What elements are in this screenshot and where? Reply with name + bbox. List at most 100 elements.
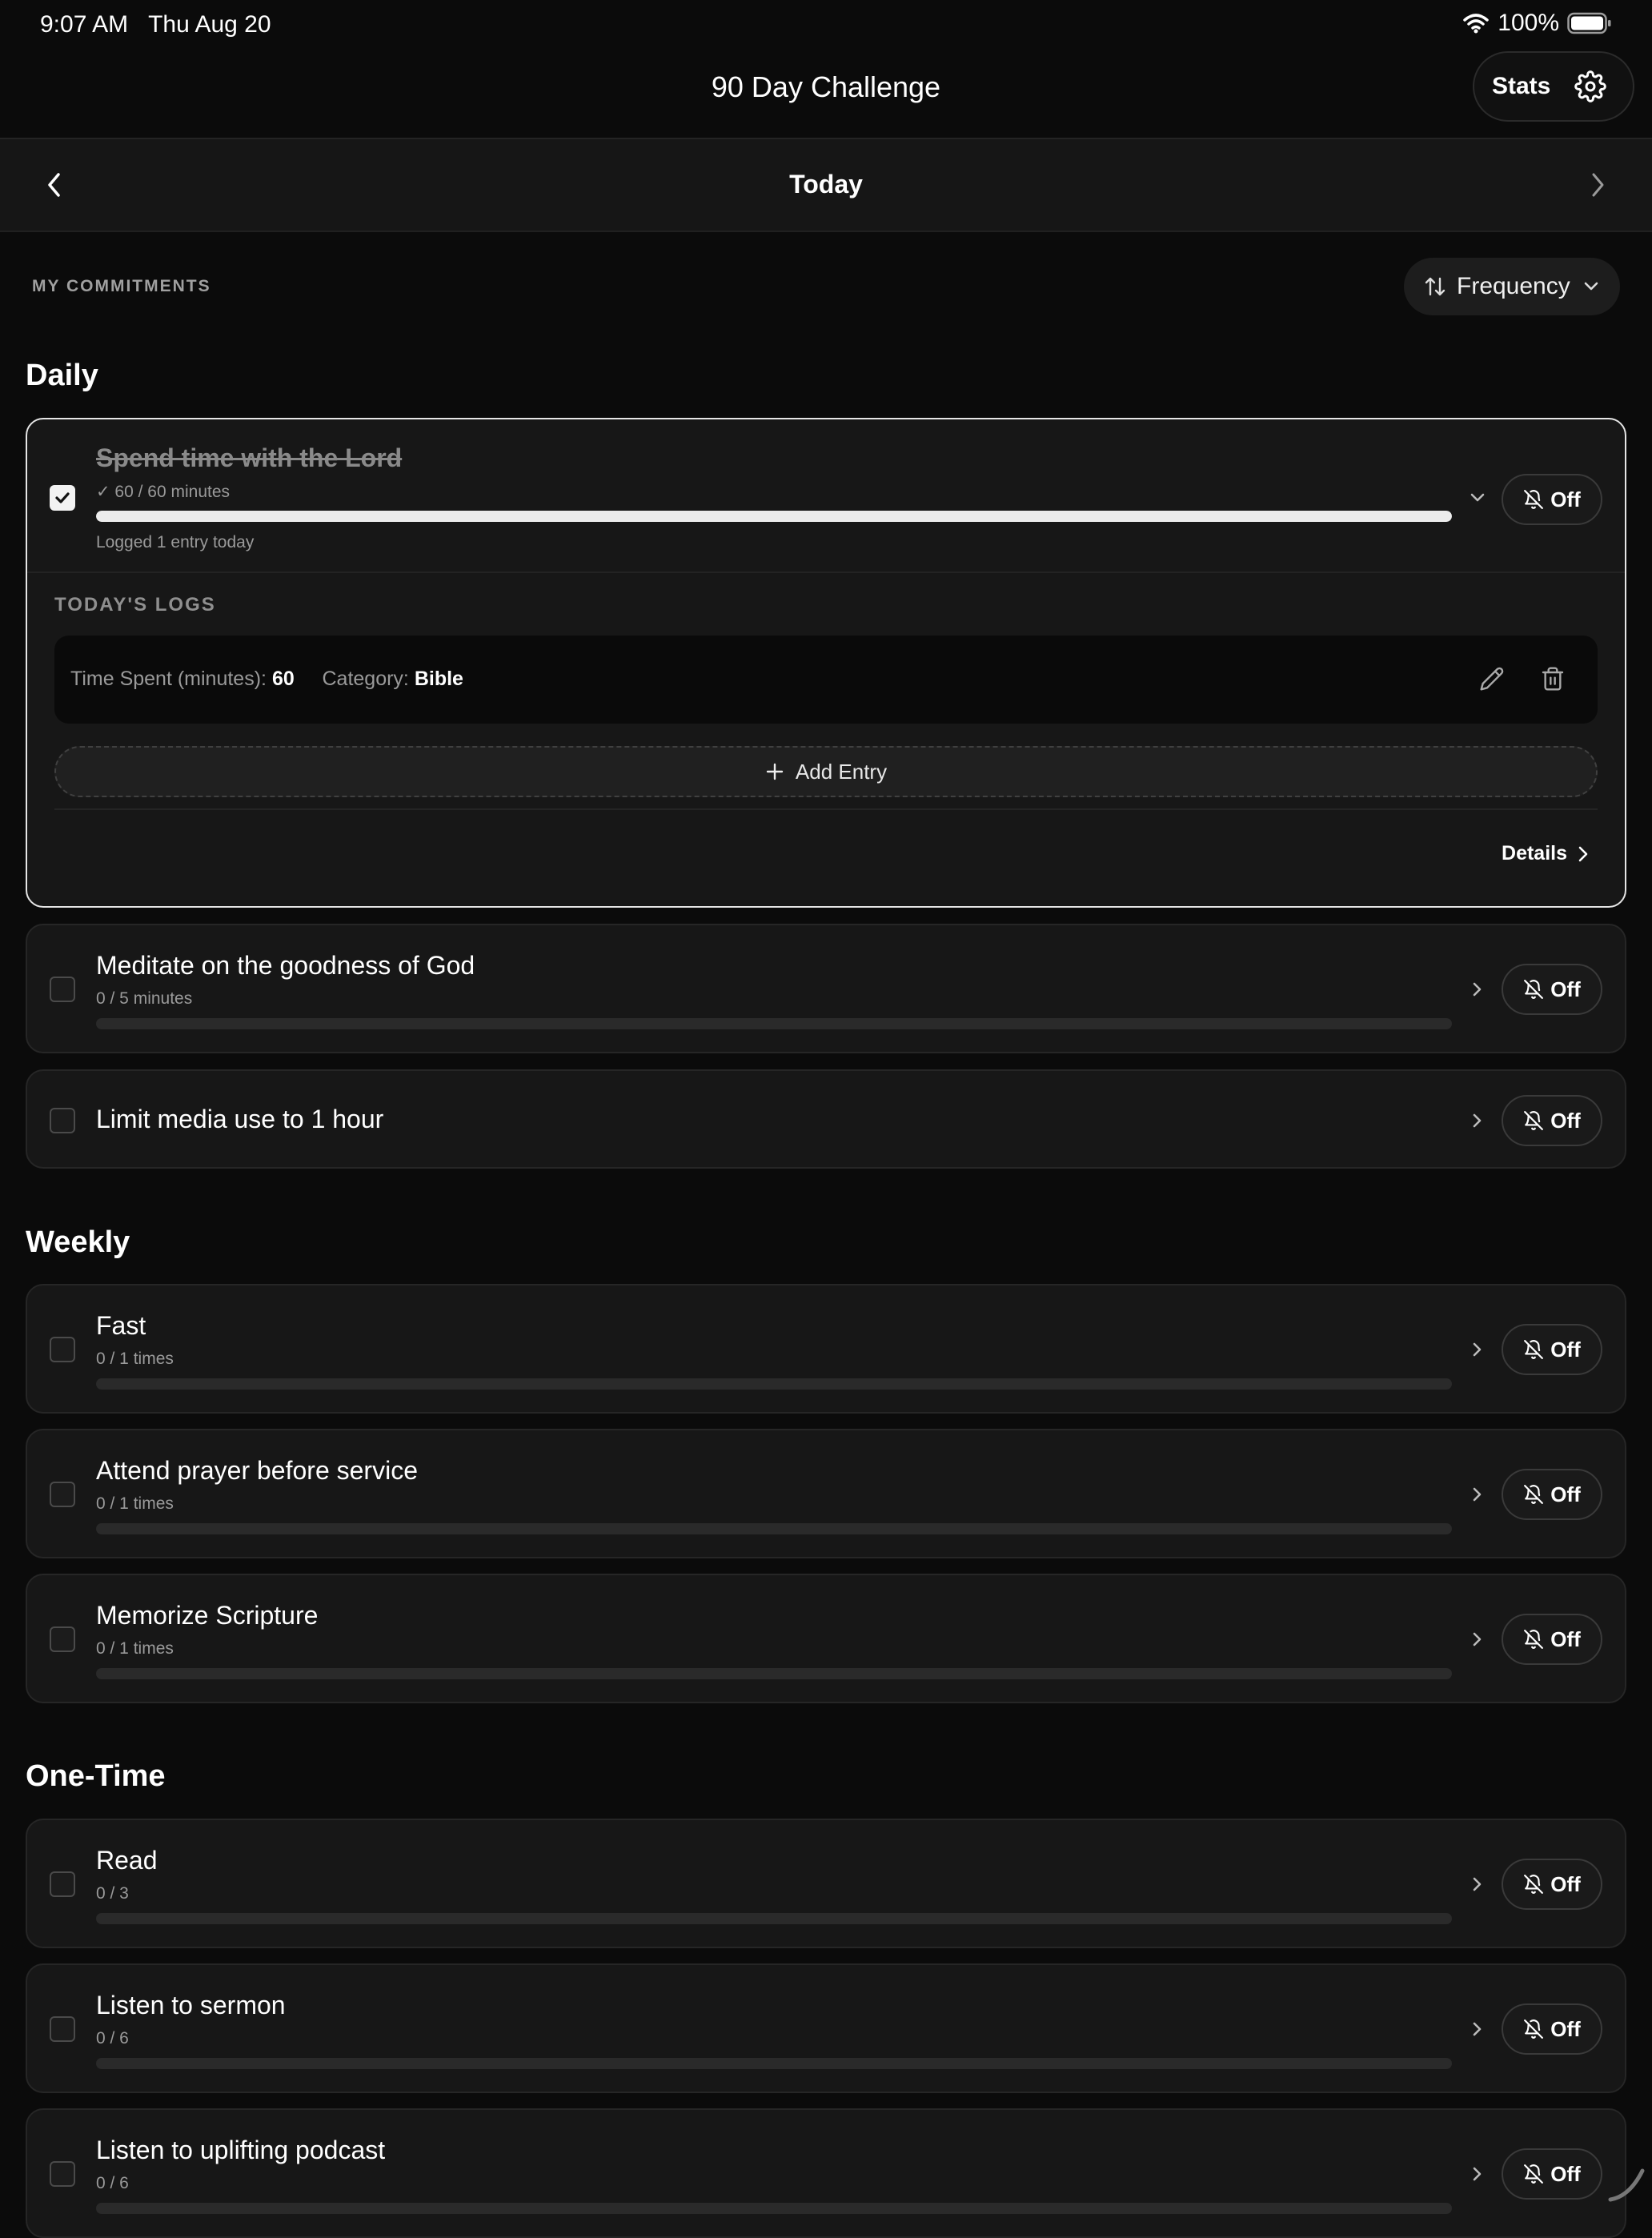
commitment-card[interactable]: Fast 0 / 1 times Off [26, 1284, 1626, 1414]
todays-logs-panel: TODAY'S LOGS Time Spent (minutes): 60 Ca… [27, 572, 1625, 864]
chevron-right-icon[interactable] [1466, 1628, 1489, 1650]
commitment-card[interactable]: Listen to uplifting podcast 0 / 6 Off [26, 2108, 1626, 2238]
sort-label: Frequency [1457, 273, 1570, 299]
logged-entries-text: Logged 1 entry today [96, 533, 255, 551]
commitment-card[interactable]: Listen to sermon 0 / 6 Off [26, 1963, 1626, 2093]
commitment-title: Attend prayer before service [96, 1456, 418, 1485]
chevron-right-icon[interactable] [1466, 1109, 1489, 1132]
bell-off-icon [1524, 2019, 1544, 2039]
reminder-toggle[interactable]: Off [1502, 1324, 1602, 1375]
bell-off-icon [1524, 1875, 1544, 1894]
reminder-toggle[interactable]: Off [1502, 1614, 1602, 1665]
commitment-checkbox[interactable] [50, 1871, 75, 1897]
bell-off-icon [1524, 1485, 1544, 1504]
bell-off-icon [1524, 2164, 1544, 2184]
my-commitments-label: MY COMMITMENTS [32, 277, 211, 295]
progress-fill [96, 511, 1452, 522]
progress-bar [96, 1913, 1452, 1924]
chevron-right-icon[interactable] [1466, 1873, 1489, 1895]
commitment-checkbox[interactable] [50, 1337, 75, 1362]
battery-percent: 100% [1498, 10, 1559, 36]
log-time-value: 60 [271, 668, 295, 690]
gear-icon[interactable] [1574, 70, 1607, 102]
commitment-card[interactable]: Read 0 / 3 Off [26, 1819, 1626, 1948]
chevron-right-icon[interactable] [1466, 1483, 1489, 1506]
commitment-progress-text: 0 / 6 [96, 2029, 129, 2047]
navigation-bar: 90 Day Challenge Stats [0, 51, 1652, 139]
stats-button[interactable]: Stats [1492, 73, 1550, 100]
commitment-card[interactable]: Memorize Scripture 0 / 1 times Off [26, 1574, 1626, 1703]
status-clock: 9:07 AM [40, 11, 129, 38]
commitment-progress-text: 0 / 1 times [96, 1639, 174, 1658]
chevron-down-icon [1584, 282, 1598, 291]
commitment-title: Limit media use to 1 hour [96, 1105, 384, 1133]
commitment-progress-text: 0 / 1 times [96, 1494, 174, 1513]
reminder-label: Off [1550, 1337, 1581, 1362]
bell-off-icon [1524, 490, 1544, 509]
commitment-card[interactable]: Meditate on the goodness of God 0 / 5 mi… [26, 924, 1626, 1053]
chevron-right-icon[interactable] [1466, 2018, 1489, 2040]
current-date-label: Today [789, 170, 863, 199]
commitment-checkbox[interactable] [50, 2016, 75, 2042]
commitment-card[interactable]: Attend prayer before service 0 / 1 times… [26, 1429, 1626, 1558]
plus-icon [766, 763, 784, 780]
details-label: Details [1502, 842, 1567, 864]
todays-logs-label: TODAY'S LOGS [54, 594, 216, 616]
bell-off-icon [1524, 1340, 1544, 1359]
commitment-checkbox[interactable] [50, 1626, 75, 1652]
group-title-one-time: One-Time [26, 1759, 166, 1793]
commitment-progress-text: 0 / 6 [96, 2174, 129, 2192]
reminder-toggle[interactable]: Off [1502, 2148, 1602, 2200]
commitment-title: Spend time with the Lord [96, 443, 403, 472]
log-entry: Time Spent (minutes): 60 Category: Bible [54, 636, 1598, 724]
progress-bar [96, 511, 1452, 522]
checkmark-icon [55, 492, 70, 503]
reminder-label: Off [1550, 2016, 1581, 2041]
reminder-toggle[interactable]: Off [1502, 964, 1602, 1015]
log-time-label: Time Spent (minutes): [70, 668, 267, 690]
commitment-title: Listen to uplifting podcast [96, 2136, 386, 2164]
sort-dropdown[interactable]: Frequency [1404, 258, 1620, 315]
resize-handle-icon [1608, 2168, 1645, 2202]
chevron-right-icon[interactable] [1466, 1338, 1489, 1361]
reminder-toggle[interactable]: Off [1502, 2003, 1602, 2055]
reminder-label: Off [1550, 1108, 1581, 1133]
app-title: 90 Day Challenge [711, 70, 941, 103]
pencil-icon[interactable] [1479, 666, 1505, 692]
commitment-checkbox[interactable] [50, 2161, 75, 2187]
commitment-title: Memorize Scripture [96, 1601, 319, 1630]
bell-off-icon [1524, 1111, 1544, 1130]
commitment-title: Meditate on the goodness of God [96, 951, 475, 980]
commitment-checkbox[interactable] [50, 1482, 75, 1507]
group-title-weekly: Weekly [26, 1225, 130, 1259]
chevron-right-icon[interactable] [1466, 978, 1489, 1001]
chevron-down-icon[interactable] [1466, 487, 1489, 509]
commitment-checkbox[interactable] [50, 485, 75, 511]
details-link[interactable]: Details [1502, 842, 1591, 865]
reminder-toggle[interactable]: Off [1502, 1095, 1602, 1146]
reminder-label: Off [1550, 1482, 1581, 1506]
log-category-value: Bible [414, 668, 463, 690]
log-entry-text: Time Spent (minutes): 60 Category: Bible [70, 668, 463, 691]
commitment-progress-text: ✓ 60 / 60 minutes [96, 483, 231, 501]
trash-icon[interactable] [1540, 666, 1566, 692]
status-indicators: 100% [1462, 10, 1612, 37]
stats-settings-group: Stats [1473, 51, 1634, 122]
add-entry-button[interactable]: Add Entry [54, 746, 1598, 797]
reminder-toggle[interactable]: Off [1502, 1469, 1602, 1520]
status-bar: 9:07 AM Thu Aug 20 100% [0, 0, 1652, 51]
chevron-right-icon[interactable] [1586, 170, 1609, 200]
reminder-toggle[interactable]: Off [1502, 474, 1602, 525]
reminder-toggle[interactable]: Off [1502, 1859, 1602, 1910]
reminder-label: Off [1550, 487, 1581, 511]
progress-bar [96, 2058, 1452, 2069]
progress-bar [96, 1668, 1452, 1679]
log-category-label: Category: [322, 668, 409, 690]
commitment-card-expanded: Spend time with the Lord ✓ 60 / 60 minut… [26, 418, 1626, 908]
commitment-title: Read [96, 1846, 158, 1875]
commitment-checkbox[interactable] [50, 1108, 75, 1133]
chevron-right-icon[interactable] [1466, 2163, 1489, 2185]
commitment-checkbox[interactable] [50, 977, 75, 1002]
chevron-right-icon [1578, 846, 1588, 861]
commitment-card[interactable]: Limit media use to 1 hour Off [26, 1069, 1626, 1169]
